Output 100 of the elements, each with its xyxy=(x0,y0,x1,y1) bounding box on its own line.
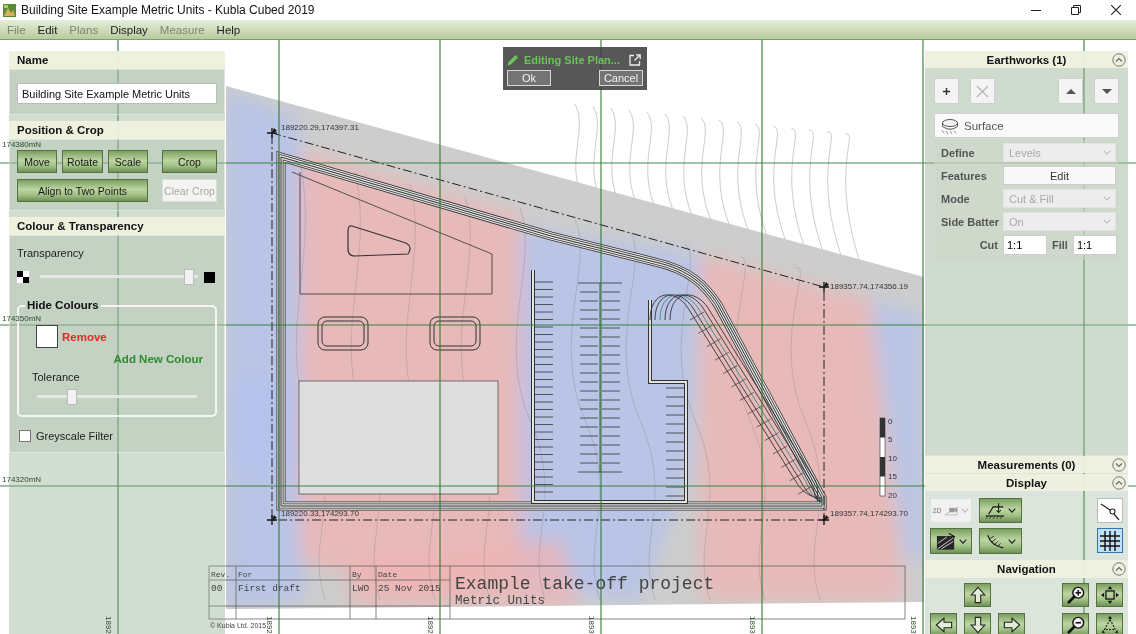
zoom-out-icon xyxy=(1066,616,1085,634)
zoom-selection-button[interactable] xyxy=(1096,613,1123,634)
menu-item[interactable]: Help xyxy=(210,21,247,38)
name-field[interactable]: Building Site Example Metric Units xyxy=(17,83,217,104)
section-header: Colour & Transparency xyxy=(9,217,225,235)
section-header: Position & Crop xyxy=(9,121,225,139)
pan-left-button[interactable] xyxy=(930,613,957,634)
pan-down-button[interactable] xyxy=(964,613,991,634)
solid-square-icon xyxy=(204,271,215,283)
measure-line-toggle[interactable] xyxy=(1097,498,1123,523)
move-up-button[interactable] xyxy=(1058,78,1083,104)
checkbox-label: Greyscale Filter xyxy=(36,430,114,442)
coordinate-label: 189220.29,174397.31 xyxy=(281,123,359,132)
section-title: Measurements (0) xyxy=(977,458,1076,471)
title-block-heading: By xyxy=(352,570,362,579)
scale-label: 0 xyxy=(888,417,893,426)
section-header[interactable]: Measurements (0) xyxy=(925,456,1128,473)
pencil-icon xyxy=(507,53,519,66)
collapse-toggle-icon[interactable] xyxy=(1112,457,1126,472)
action-button[interactable]: Move xyxy=(17,150,57,173)
arrow-down-icon xyxy=(968,616,987,634)
slope-field[interactable]: 1:1 xyxy=(1003,235,1047,255)
texture-button[interactable] xyxy=(930,528,972,554)
menu-item[interactable]: Edit xyxy=(31,21,64,38)
coordinate-label: 189357.74,174293.70 xyxy=(830,509,908,518)
grid-column-label: 1893 xyxy=(909,616,918,634)
dialog-button[interactable]: Ok xyxy=(507,70,551,86)
action-button[interactable]: Scale xyxy=(108,150,148,173)
slider-thumb[interactable] xyxy=(183,269,194,285)
levels-button[interactable] xyxy=(979,498,1022,523)
cross-marker-icon xyxy=(818,514,830,526)
property-label: Fill xyxy=(1052,239,1068,251)
zoom-in-button[interactable] xyxy=(1062,583,1089,607)
external-link-icon[interactable] xyxy=(629,53,641,66)
move-down-button[interactable] xyxy=(1094,78,1119,104)
title-block-heading: For xyxy=(238,570,253,579)
batter-button[interactable] xyxy=(979,528,1022,554)
field-label: Tolerance xyxy=(32,371,80,384)
hatched-curve-icon xyxy=(985,532,1005,550)
coordinate-label: 189220.33,174293.70 xyxy=(281,509,359,518)
app-icon xyxy=(3,3,16,17)
colour-swatch-icon[interactable] xyxy=(36,325,58,348)
arrow-left-icon xyxy=(934,616,953,634)
section-title: Navigation xyxy=(997,563,1056,575)
edit-button[interactable]: Edit xyxy=(1003,166,1116,185)
arrow-right-icon xyxy=(1002,616,1021,634)
caret-icon xyxy=(958,538,967,544)
chevron-down-icon xyxy=(1103,150,1111,155)
slider-thumb[interactable] xyxy=(67,389,77,405)
pan-up-button[interactable] xyxy=(964,583,991,607)
section-header: Name xyxy=(9,51,225,69)
zoom-extents-button[interactable] xyxy=(1096,583,1123,607)
grid-column-label: 1893 xyxy=(587,616,596,634)
caret-icon xyxy=(1008,508,1016,513)
plus-icon xyxy=(942,86,951,96)
dialog-button[interactable]: Cancel xyxy=(599,70,643,86)
slope-field[interactable]: 1:1 xyxy=(1072,235,1117,255)
action-button[interactable]: Crop xyxy=(162,150,217,173)
section-header[interactable]: Display xyxy=(925,474,1128,491)
grid-column-label: 1893 xyxy=(748,616,757,634)
property-label: Side Batter xyxy=(941,215,1000,228)
triangle-down-icon xyxy=(1101,88,1112,94)
caret-icon xyxy=(961,508,970,513)
property-label: Mode xyxy=(941,192,970,205)
action-button[interactable]: Rotate xyxy=(62,150,103,173)
grid-column-label: 1892 xyxy=(104,616,113,634)
minimize-icon xyxy=(1031,9,1041,11)
grid-icon xyxy=(1100,530,1120,551)
grid-row-label: 174320mN xyxy=(2,475,42,484)
zoom-in-icon xyxy=(1066,586,1085,604)
collapse-toggle-icon[interactable] xyxy=(1112,562,1126,576)
dotted-triangle-icon xyxy=(1100,616,1119,634)
section-title: Display xyxy=(1006,476,1047,489)
textured-tile-icon xyxy=(935,532,956,550)
drawing-subtitle: Metric Units xyxy=(455,594,545,608)
collapse-toggle-icon[interactable] xyxy=(1112,475,1126,490)
arrow-up-icon xyxy=(968,586,987,604)
grid-row-label: 174350mN xyxy=(2,314,42,323)
camera-icon xyxy=(944,505,959,516)
grid-toggle[interactable] xyxy=(1097,528,1123,553)
property-label: Define xyxy=(941,146,975,159)
greyscale-checkbox[interactable] xyxy=(19,430,31,442)
restore-icon xyxy=(1071,5,1081,15)
chevron-down-icon xyxy=(1103,196,1111,201)
section-header[interactable]: Navigation xyxy=(925,560,1128,578)
action-button[interactable]: Align to Two Points xyxy=(17,179,148,202)
surface-item[interactable]: Surface xyxy=(934,113,1119,138)
grid-row-label: 174380mN xyxy=(2,140,42,149)
cross-icon xyxy=(976,84,989,98)
pan-right-button[interactable] xyxy=(998,613,1025,634)
layers-icon xyxy=(940,117,960,134)
cross-marker-icon xyxy=(818,281,830,293)
section-header[interactable]: Earthworks (1) xyxy=(925,51,1128,68)
collapse-toggle-icon[interactable] xyxy=(1112,52,1126,67)
zoom-out-button[interactable] xyxy=(1062,613,1089,634)
property-label: Features xyxy=(941,169,987,182)
coordinate-label: 189357.74,174356.19 xyxy=(830,282,908,291)
title-block-heading: Date xyxy=(378,570,398,579)
scale-label: 20 xyxy=(888,491,897,500)
menu-item[interactable]: Display xyxy=(104,21,154,38)
